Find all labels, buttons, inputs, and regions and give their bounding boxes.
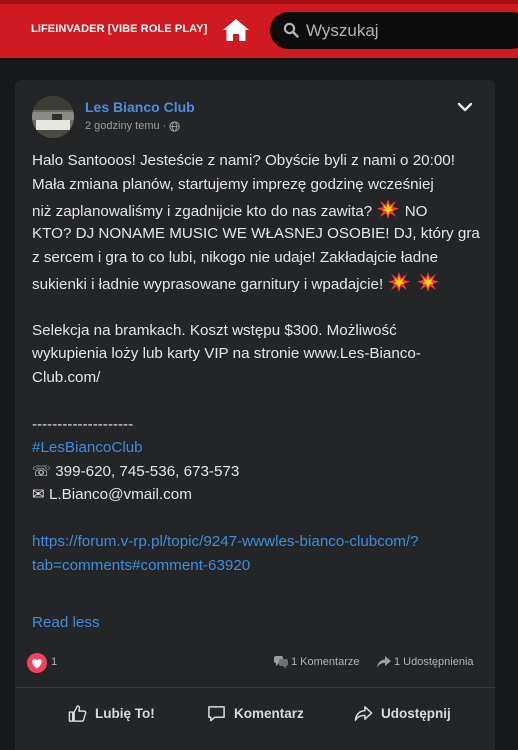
thumbs-up-icon <box>68 704 87 722</box>
search-input[interactable] <box>306 17 516 44</box>
shares-count[interactable]: 1 Udostępnienia <box>377 656 474 668</box>
like-button[interactable]: Lubię To! <box>68 700 155 726</box>
post-text-line: sukienki i ładnie wyprasowane garnitury … <box>32 269 482 295</box>
post-text-line: Selekcja na bramkach. Koszt wstępu $300.… <box>32 321 397 339</box>
post-text-line: Halo Santooos! Jesteście z nami? Obyście… <box>32 152 455 169</box>
email-address: L.Bianco@vmail.com <box>48 486 192 503</box>
phone-numbers: 399-620, 745-536, 673-573 <box>55 462 240 480</box>
share-arrow-icon <box>377 656 391 668</box>
post-time[interactable]: 2 godziny temu <box>85 120 160 132</box>
reaction-count[interactable]: 1 <box>51 656 57 668</box>
top-stripe <box>0 0 518 4</box>
collision-emoji-icon <box>377 199 400 219</box>
comment-icon <box>208 705 225 721</box>
forum-link-line2[interactable]: tab=comments#comment-63920 <box>32 554 482 578</box>
post-text-line: Mała zmiana planów, startujemy imprezę g… <box>32 175 434 193</box>
phone-icon: ☏ <box>32 462 51 480</box>
post-body: Halo Santooos! Jesteście z nami? Obyście… <box>32 149 482 577</box>
reactions-row: 1 1 Komentarze 1 Udostępnienia <box>15 650 495 676</box>
comments-icon <box>274 656 288 668</box>
heart-reaction-icon[interactable] <box>27 653 47 673</box>
comment-button[interactable]: Komentarz <box>207 700 304 726</box>
post-author[interactable]: Les Bianco Club <box>85 99 195 115</box>
site-brand[interactable]: LIFEINVADER [VIBE ROLE PLAY] <box>31 23 207 35</box>
hashtag-link[interactable]: #LesBiancoClub <box>32 436 482 460</box>
post-meta: 2 godziny temu · <box>85 120 180 132</box>
mail-icon: ✉ <box>32 486 45 503</box>
post-text-line: z sercem i gra to co lubi, nikogo nie ud… <box>32 248 439 266</box>
comments-count[interactable]: 1 Komentarze <box>274 656 359 668</box>
avatar[interactable] <box>32 96 74 138</box>
search-icon <box>283 22 299 38</box>
post-text-line: KTO? DJ NONAME MUSIC WE WŁASNEJ OSOBIE! … <box>32 225 480 242</box>
search-box[interactable] <box>270 12 518 49</box>
email-line: ✉ L.Bianco@vmail.com <box>32 483 482 507</box>
post-text-line: wykupienia loży lub karty VIP na stronie… <box>32 345 421 362</box>
forum-link-line1[interactable]: https://forum.v-rp.pl/topic/9247-wwwles-… <box>32 530 482 554</box>
divider <box>15 687 495 688</box>
collision-emoji-icon <box>388 272 411 292</box>
share-button[interactable]: Udostępnij <box>354 700 451 726</box>
home-icon[interactable] <box>222 17 250 43</box>
separator-line: -------------------- <box>32 415 134 433</box>
read-less-link[interactable]: Read less <box>32 614 100 631</box>
post-text-line: Club.com/ <box>32 368 101 386</box>
post-card: Les Bianco Club 2 godziny temu · Halo Sa… <box>15 80 495 750</box>
collision-emoji-icon <box>416 272 439 292</box>
share-icon <box>354 705 373 721</box>
post-text-line: niż zaplanowaliśmy i zgadnijcie kto do n… <box>32 196 482 222</box>
phone-line: ☏ 399-620, 745-536, 673-573 <box>32 460 482 484</box>
globe-icon <box>169 120 180 132</box>
top-bar: LIFEINVADER [VIBE ROLE PLAY] <box>0 0 518 58</box>
chevron-down-icon[interactable] <box>456 99 474 115</box>
